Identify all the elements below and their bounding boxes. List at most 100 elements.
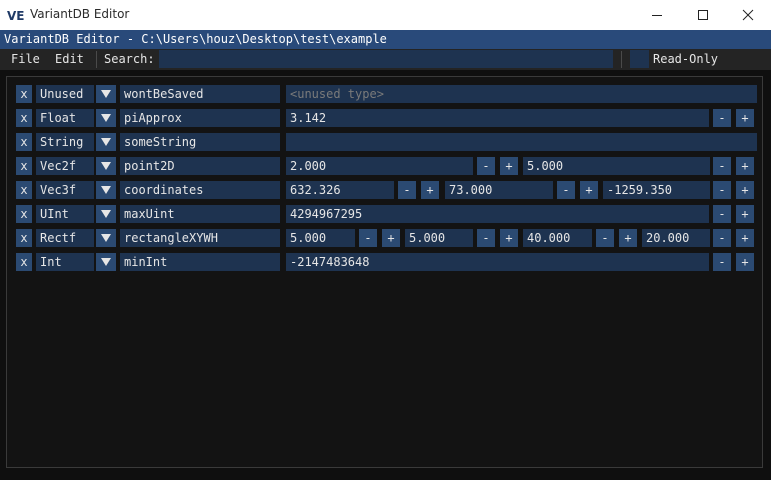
entry-name-input[interactable]: someString xyxy=(120,133,280,151)
unused-type-field: <unused type> xyxy=(286,85,757,103)
entry-name-input[interactable]: rectangleXYWH xyxy=(120,229,280,247)
entry-name-input[interactable]: maxUint xyxy=(120,205,280,223)
variant-row: x Unused wontBeSaved <unused type> xyxy=(7,85,764,103)
delete-entry-button[interactable]: x xyxy=(16,253,32,271)
decrement-button[interactable]: - xyxy=(713,157,731,175)
increment-button[interactable]: + xyxy=(736,181,754,199)
value-input[interactable]: 3.142 xyxy=(286,109,709,127)
type-combo[interactable]: String xyxy=(36,133,94,151)
menu-file[interactable]: File xyxy=(11,49,40,70)
decrement-button[interactable]: - xyxy=(713,181,731,199)
entry-name-input[interactable]: wontBeSaved xyxy=(120,85,280,103)
increment-button[interactable]: + xyxy=(736,253,754,271)
decrement-button[interactable]: - xyxy=(713,109,731,127)
value-input[interactable]: 5.000 xyxy=(286,229,355,247)
decrement-button[interactable]: - xyxy=(398,181,416,199)
svg-text:VE: VE xyxy=(7,9,24,23)
delete-entry-button[interactable]: x xyxy=(16,229,32,247)
variant-row: x Int minInt -2147483648- + xyxy=(7,253,764,271)
decrement-button[interactable]: - xyxy=(477,157,495,175)
value-input[interactable]: -1259.350 xyxy=(603,181,710,199)
value-input[interactable]: 40.000 xyxy=(523,229,592,247)
value-input[interactable]: 5.000 xyxy=(523,157,710,175)
increment-button[interactable]: + xyxy=(500,229,518,247)
value-input[interactable]: 2.000 xyxy=(286,157,473,175)
variant-row: x Float piApprox 3.142- + xyxy=(7,109,764,127)
menubar: File Edit Search: Read-Only xyxy=(0,49,771,70)
imgui-window: VariantDB Editor - C:\Users\houz\Desktop… xyxy=(0,30,771,480)
variant-row: x String someString xyxy=(7,133,764,151)
decrement-button[interactable]: - xyxy=(713,205,731,223)
delete-entry-button[interactable]: x xyxy=(16,85,32,103)
increment-button[interactable]: + xyxy=(421,181,439,199)
type-combo[interactable]: UInt xyxy=(36,205,94,223)
ve-logo-icon: VE xyxy=(7,6,25,24)
value-input[interactable]: 5.000 xyxy=(405,229,473,247)
decrement-button[interactable]: - xyxy=(557,181,575,199)
value-input[interactable]: 632.326 xyxy=(286,181,394,199)
maximize-icon xyxy=(698,10,708,20)
combo-arrow-icon[interactable] xyxy=(96,229,116,247)
readonly-label: Read-Only xyxy=(653,52,719,66)
combo-arrow-icon[interactable] xyxy=(96,85,116,103)
type-combo[interactable]: Int xyxy=(36,253,94,271)
menu-separator xyxy=(621,51,622,68)
delete-entry-button[interactable]: x xyxy=(16,109,32,127)
os-window-title: VariantDB Editor xyxy=(30,7,130,21)
type-combo[interactable]: Unused xyxy=(36,85,94,103)
readonly-checkbox[interactable] xyxy=(630,50,649,68)
window-title: VariantDB Editor - C:\Users\houz\Desktop… xyxy=(0,30,771,49)
delete-entry-button[interactable]: x xyxy=(16,181,32,199)
menu-edit[interactable]: Edit xyxy=(55,49,84,70)
minimize-button[interactable] xyxy=(634,0,680,30)
decrement-button[interactable]: - xyxy=(713,229,731,247)
delete-entry-button[interactable]: x xyxy=(16,133,32,151)
combo-arrow-icon[interactable] xyxy=(96,181,116,199)
combo-arrow-icon[interactable] xyxy=(96,253,116,271)
decrement-button[interactable]: - xyxy=(477,229,495,247)
combo-arrow-icon[interactable] xyxy=(96,109,116,127)
maximize-button[interactable] xyxy=(680,0,726,30)
delete-entry-button[interactable]: x xyxy=(16,205,32,223)
increment-button[interactable]: + xyxy=(580,181,598,199)
variant-list: x Unused wontBeSaved <unused type> x Float piA… xyxy=(6,76,763,468)
type-combo[interactable]: Vec3f xyxy=(36,181,94,199)
minimize-icon xyxy=(652,15,662,16)
decrement-button[interactable]: - xyxy=(596,229,614,247)
decrement-button[interactable]: - xyxy=(359,229,377,247)
string-value-input[interactable] xyxy=(286,133,757,151)
type-combo[interactable]: Vec2f xyxy=(36,157,94,175)
value-input[interactable]: -2147483648 xyxy=(286,253,709,271)
decrement-button[interactable]: - xyxy=(713,253,731,271)
search-label: Search: xyxy=(104,52,155,66)
combo-arrow-icon[interactable] xyxy=(96,157,116,175)
type-combo[interactable]: Float xyxy=(36,109,94,127)
value-input[interactable]: 73.000 xyxy=(445,181,553,199)
increment-button[interactable]: + xyxy=(736,109,754,127)
close-button[interactable] xyxy=(725,0,771,30)
entry-name-input[interactable]: piApprox xyxy=(120,109,280,127)
delete-entry-button[interactable]: x xyxy=(16,157,32,175)
entry-name-input[interactable]: point2D xyxy=(120,157,280,175)
increment-button[interactable]: + xyxy=(736,229,754,247)
value-input[interactable]: 4294967295 xyxy=(286,205,709,223)
increment-button[interactable]: + xyxy=(736,205,754,223)
combo-arrow-icon[interactable] xyxy=(96,205,116,223)
increment-button[interactable]: + xyxy=(382,229,400,247)
menu-separator xyxy=(96,51,97,68)
close-icon xyxy=(742,9,754,21)
increment-button[interactable]: + xyxy=(500,157,518,175)
entry-name-input[interactable]: minInt xyxy=(120,253,280,271)
search-input[interactable] xyxy=(159,50,613,68)
combo-arrow-icon[interactable] xyxy=(96,133,116,151)
entry-name-input[interactable]: coordinates xyxy=(120,181,280,199)
variant-row: x Vec3f coordinates 632.326- +73.000- + -1259.… xyxy=(7,181,764,199)
os-titlebar: VE VariantDB Editor xyxy=(0,0,771,30)
variant-row: x Rectf rectangleXYWH 5.000- +5.000- +40.000-… xyxy=(7,229,764,247)
type-combo[interactable]: Rectf xyxy=(36,229,94,247)
increment-button[interactable]: + xyxy=(736,157,754,175)
increment-button[interactable]: + xyxy=(619,229,637,247)
variant-row: x Vec2f point2D 2.000- +5.000- + xyxy=(7,157,764,175)
value-input[interactable]: 20.000 xyxy=(642,229,710,247)
variant-row: x UInt maxUint 4294967295- + xyxy=(7,205,764,223)
